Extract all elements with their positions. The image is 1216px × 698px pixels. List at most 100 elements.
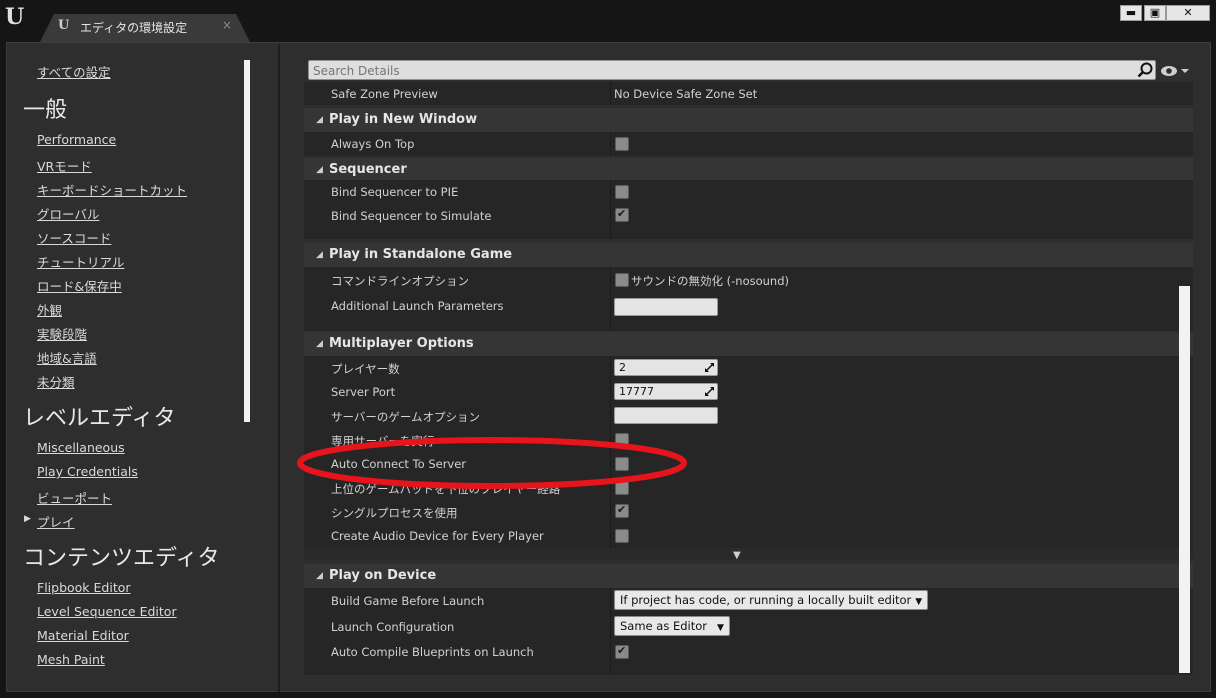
expand-advanced-icon[interactable]: ▼ <box>733 550 741 561</box>
sidebar-item-experimental[interactable]: 実験段階 <box>37 324 87 343</box>
sidebar-item-mesh-paint[interactable]: Mesh Paint <box>37 652 105 667</box>
single-process-checkbox[interactable] <box>615 503 629 518</box>
nosound-checkbox[interactable] <box>615 273 629 287</box>
sidebar-item-appearance[interactable]: 外観 <box>37 300 62 319</box>
section-title: Play in New Window <box>329 112 478 127</box>
collapse-triangle-icon[interactable]: ◢ <box>316 250 323 260</box>
launch-config-dropdown[interactable]: Same as Editor ▼ <box>614 616 730 636</box>
section-title: Play in Standalone Game <box>329 247 513 262</box>
bind-sequencer-simulate-checkbox[interactable] <box>615 207 629 222</box>
minimize-button[interactable]: ▬ <box>1120 5 1142 21</box>
maximize-button[interactable]: ▣ <box>1144 5 1166 21</box>
sidebar-item-keyboard-shortcuts[interactable]: キーボードショートカット <box>37 180 187 199</box>
dropdown-arrow-icon: ▼ <box>915 597 923 607</box>
bind-sequencer-pie-label: Bind Sequencer to PIE <box>331 185 459 199</box>
always-on-top-label: Always On Top <box>331 137 415 151</box>
section-multiplayer-options[interactable]: ◢ Multiplayer Options <box>304 332 1193 356</box>
tab-close-icon[interactable]: × <box>222 18 232 32</box>
property-rows: コマンドラインオプション Additional Launch Parameter… <box>304 267 1193 331</box>
details-scrollbar[interactable] <box>1179 286 1190 673</box>
auto-compile-label: Auto Compile Blueprints on Launch <box>331 645 534 659</box>
dropdown-arrow-icon: ▼ <box>717 623 724 633</box>
view-options-eye-icon[interactable] <box>1160 64 1190 78</box>
section-title: Multiplayer Options <box>329 336 474 351</box>
search-box[interactable] <box>308 60 1156 80</box>
server-game-options-label: サーバーのゲームオプション <box>331 410 481 424</box>
bind-sequencer-pie-checkbox[interactable] <box>615 185 629 199</box>
selected-arrow-icon: ▶ <box>24 514 31 524</box>
sidebar-scrollbar[interactable] <box>244 60 250 422</box>
always-on-top-checkbox[interactable] <box>615 137 629 151</box>
sidebar-item-flipbook-editor[interactable]: Flipbook Editor <box>37 580 131 595</box>
server-game-options-input[interactable] <box>614 407 718 424</box>
column-divider[interactable] <box>610 132 611 156</box>
audio-device-checkbox[interactable] <box>615 529 629 543</box>
safe-zone-row: Safe Zone Preview No Device Safe Zone Se… <box>304 82 1193 105</box>
server-port-value: 17777 <box>619 385 654 398</box>
player-count-input[interactable]: 2 <box>614 359 718 376</box>
spin-arrows-icon[interactable] <box>705 363 714 372</box>
collapse-triangle-icon[interactable]: ◢ <box>316 165 323 175</box>
command-line-options-label: コマンドラインオプション <box>331 274 469 288</box>
safe-zone-value: No Device Safe Zone Set <box>614 87 758 101</box>
section-play-in-new-window[interactable]: ◢ Play in New Window <box>304 108 1193 132</box>
column-divider[interactable] <box>610 588 611 675</box>
build-game-dropdown[interactable]: If project has code, or running a locall… <box>614 590 929 610</box>
search-input[interactable] <box>313 63 1113 78</box>
column-divider[interactable] <box>610 267 611 331</box>
sidebar-item-all-settings[interactable]: すべての設定 <box>37 62 111 81</box>
single-process-label: シングルプロセスを使用 <box>331 506 458 520</box>
section-title: Sequencer <box>329 162 407 177</box>
section-sequencer[interactable]: ◢ Sequencer <box>304 158 1193 182</box>
safe-zone-label: Safe Zone Preview <box>331 87 438 101</box>
nosound-label: サウンドの無効化 (-nosound) <box>631 274 790 288</box>
audio-device-label: Create Audio Device for Every Player <box>331 529 544 543</box>
column-divider[interactable] <box>610 180 611 239</box>
sidebar-item-viewport[interactable]: ビューポート <box>37 488 112 507</box>
sidebar-item-region-language[interactable]: 地域&言語 <box>37 348 97 367</box>
player-count-value: 2 <box>619 361 626 374</box>
player-count-label: プレイヤー数 <box>331 362 400 376</box>
sidebar-item-vr-mode[interactable]: VRモード <box>37 156 92 175</box>
collapse-triangle-icon[interactable]: ◢ <box>316 115 323 125</box>
collapse-triangle-icon[interactable]: ◢ <box>316 339 323 349</box>
spin-arrows-icon[interactable] <box>705 387 714 396</box>
sidebar-item-source-code[interactable]: ソースコード <box>37 228 111 247</box>
sidebar-group-content-editors: コンテンツエディタ <box>23 546 220 571</box>
section-play-on-device[interactable]: ◢ Play on Device <box>304 564 1193 588</box>
build-game-value: If project has code, or running a locall… <box>620 593 912 607</box>
sidebar-item-play-credentials[interactable]: Play Credentials <box>37 464 138 479</box>
sidebar-item-performance[interactable]: Performance <box>37 132 116 147</box>
build-game-label: Build Game Before Launch <box>331 594 485 608</box>
sidebar-item-miscellaneous-jp[interactable]: 未分類 <box>37 372 75 391</box>
server-port-label: Server Port <box>331 385 396 399</box>
details-panel: Safe Zone Preview No Device Safe Zone Se… <box>304 82 1193 676</box>
auto-compile-checkbox[interactable] <box>615 644 629 659</box>
additional-launch-params-input[interactable] <box>614 298 718 316</box>
sidebar-item-play[interactable]: プレイ <box>37 512 75 531</box>
section-play-standalone[interactable]: ◢ Play in Standalone Game <box>304 243 1193 267</box>
column-divider[interactable] <box>610 82 611 105</box>
sidebar-item-global[interactable]: グローバル <box>37 204 99 223</box>
bind-sequencer-simulate-label: Bind Sequencer to Simulate <box>331 209 492 223</box>
tab-title: エディタの環境設定 <box>80 21 188 35</box>
server-port-input[interactable]: 17777 <box>614 383 718 400</box>
advanced-expander[interactable] <box>304 548 1193 560</box>
property-rows: Bind Sequencer to PIE Bind Sequencer to … <box>304 180 1193 239</box>
close-button[interactable]: ✕ <box>1166 5 1210 21</box>
launch-config-label: Launch Configuration <box>331 620 455 634</box>
panel-splitter[interactable] <box>278 44 280 692</box>
sidebar-item-material-editor[interactable]: Material Editor <box>37 628 129 643</box>
sidebar-item-miscellaneous[interactable]: Miscellaneous <box>37 440 125 455</box>
highlight-ellipse <box>297 437 687 489</box>
sidebar-item-level-sequence-editor[interactable]: Level Sequence Editor <box>37 604 177 619</box>
search-icon[interactable] <box>1137 62 1153 78</box>
category-sidebar: すべての設定 一般 Performance VRモード キーボードショートカット… <box>6 42 276 692</box>
sidebar-item-tutorials[interactable]: チュートリアル <box>37 252 124 271</box>
sidebar-group-general: 一般 <box>23 98 68 123</box>
sidebar-item-loading-saving[interactable]: ロード&保存中 <box>37 276 122 295</box>
property-row: Always On Top <box>304 132 1193 156</box>
unreal-logo-icon: U <box>5 4 25 30</box>
collapse-triangle-icon[interactable]: ◢ <box>316 571 323 581</box>
additional-launch-params-label: Additional Launch Parameters <box>331 299 504 313</box>
